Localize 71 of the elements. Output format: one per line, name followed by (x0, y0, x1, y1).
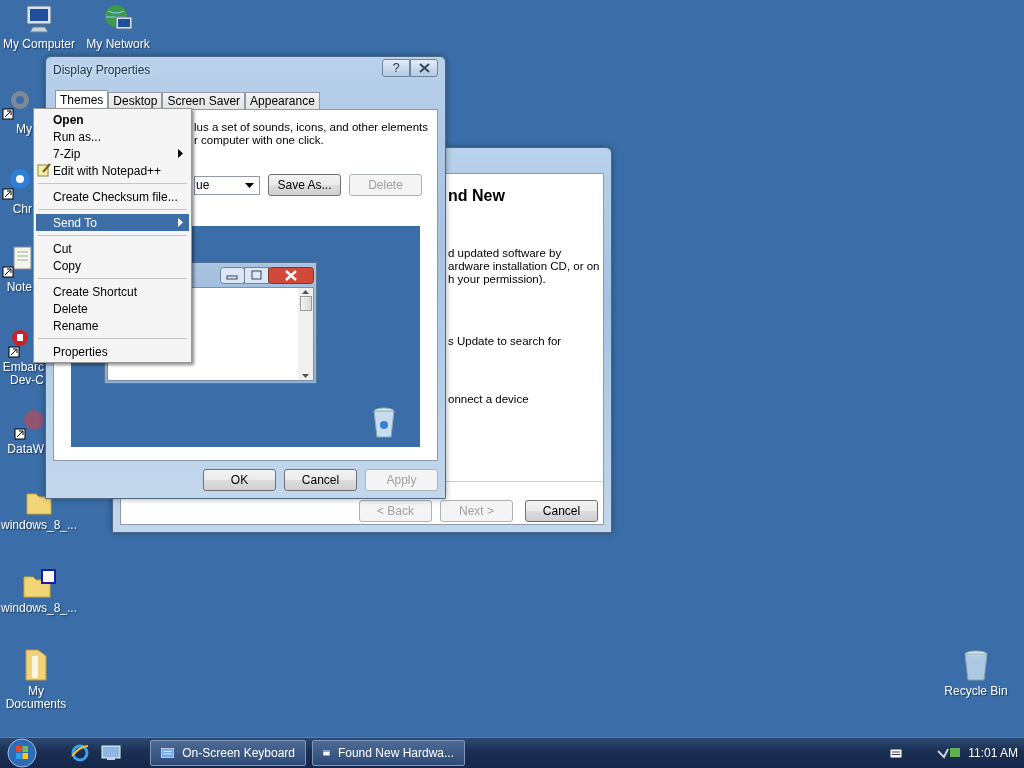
icon-label: My (16, 123, 32, 136)
menu-item[interactable]: Create Checksum file... (36, 188, 189, 205)
icon-label: Recycle Bin (944, 685, 1008, 698)
help-button[interactable]: ? (382, 58, 410, 77)
keyboard-tray-icon (890, 748, 903, 758)
show-desktop-button[interactable] (98, 745, 124, 761)
dialog-button[interactable]: Cancel (284, 469, 357, 491)
documents-folder-icon (23, 648, 49, 682)
icon-label: My Network (86, 38, 150, 51)
recycle-bin-icon (372, 407, 396, 438)
taskbar-button[interactable]: Found New Hardwa... (312, 740, 465, 766)
close-button[interactable] (410, 58, 438, 77)
theme-select[interactable]: ue (194, 175, 260, 195)
dialog-button[interactable]: OK (203, 469, 276, 491)
icon-label: My Computer (3, 38, 75, 51)
app-shortcut-icon (8, 328, 28, 358)
description-text: lus a set of sounds, icons, and other elements (194, 121, 429, 134)
browser-shortcut-icon (2, 168, 32, 200)
window-title: Display Properties (53, 62, 151, 77)
database-shortcut-icon (14, 408, 44, 440)
monitor-icon (101, 745, 121, 761)
folder-icon (25, 490, 53, 516)
browser-icon (71, 744, 89, 762)
menu-item[interactable]: 7-Zip (36, 145, 189, 162)
description-text: r computer with one click. (194, 134, 325, 147)
menu-item[interactable]: Cut (36, 240, 189, 257)
theme-button[interactable]: Save As... (268, 174, 341, 196)
tab[interactable]: Screen Saver (162, 92, 246, 110)
start-button[interactable] (4, 738, 40, 768)
close-icon (418, 62, 430, 73)
menu-item[interactable]: Copy (36, 257, 189, 274)
clock: 11:01 AM (968, 746, 1018, 760)
menu-item[interactable]: Properties (36, 343, 189, 360)
scroll-thumb[interactable] (299, 296, 312, 311)
menu-item[interactable]: Create Shortcut (36, 283, 189, 300)
scroll-up-icon[interactable] (302, 290, 309, 294)
computer-icon (23, 3, 55, 35)
tray-network-icon (936, 745, 963, 761)
wizard-heading: nd New (448, 186, 506, 206)
tab[interactable]: Appearance (245, 92, 320, 110)
icon-label: DataW (7, 443, 44, 456)
start-orb-icon (7, 738, 37, 768)
notepad-icon (37, 163, 51, 177)
icon-label: windows_8_... (1, 519, 78, 532)
menu-item[interactable]: Edit with Notepad++ (36, 162, 189, 179)
taskbar-button[interactable]: On-Screen Keyboard (150, 740, 306, 766)
wizard-text: s Update to search for (448, 335, 563, 348)
icon-label: Embarc Dev-C (1, 361, 44, 387)
keyboard-icon (161, 747, 175, 759)
menu-item[interactable]: Delete (36, 300, 189, 317)
dropdown-arrow-icon (245, 182, 254, 188)
submenu-arrow-icon (178, 149, 183, 158)
submenu-arrow-icon (178, 218, 183, 227)
scroll-down-icon[interactable] (302, 374, 309, 378)
scrollbar[interactable] (298, 288, 313, 380)
folder-badge-icon (22, 569, 56, 599)
wizard-text: onnect a device (448, 393, 530, 406)
menu-item[interactable]: Send To (36, 214, 189, 231)
icon-label: windows_8_... (1, 602, 78, 615)
menu-item[interactable]: Run as... (36, 128, 189, 145)
wizard-text: d updated software by ardware installation CD, or on h your permission). (448, 247, 601, 286)
icon-label: Chr (12, 203, 32, 216)
menu-item[interactable]: Open (36, 111, 189, 128)
tab[interactable]: Themes (55, 90, 109, 110)
icon-label: Note (6, 281, 32, 294)
dialog-button[interactable]: Cancel (525, 500, 598, 522)
menu-item[interactable]: Rename (36, 317, 189, 334)
recycle-bin-icon (963, 650, 989, 682)
icon-label: My Documents (4, 685, 68, 711)
window-controls-icon (220, 266, 314, 284)
window-icon (323, 747, 330, 759)
